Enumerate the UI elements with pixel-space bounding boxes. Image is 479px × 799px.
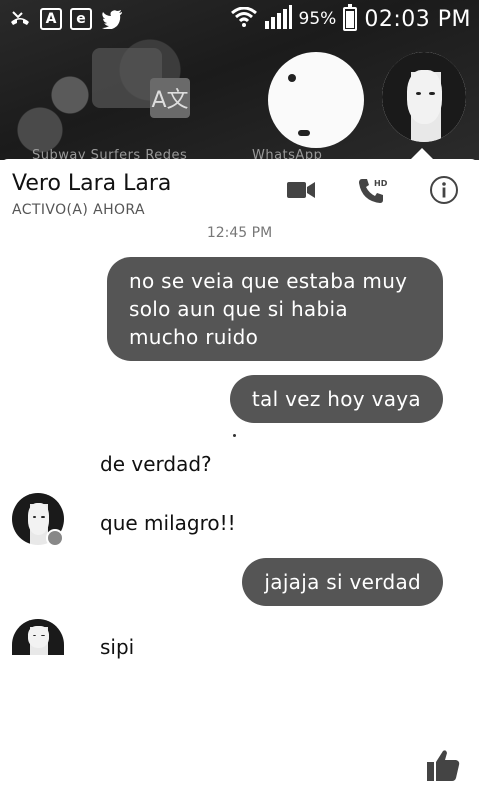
- app-tile-e-icon: e: [70, 8, 92, 30]
- status-bar: A e 95% 02:03 PM: [0, 0, 479, 38]
- outgoing-message-bubble[interactable]: jajaja si verdad: [242, 558, 443, 606]
- status-clock: 02:03 PM: [364, 6, 471, 32]
- contact-photo: [382, 52, 466, 142]
- video-camera-icon: [287, 182, 315, 198]
- svg-text:HD: HD: [374, 179, 387, 188]
- app-tile-icon: A: [40, 8, 62, 30]
- chat-head-avatar[interactable]: [382, 52, 466, 142]
- translate-app-icon: A文: [150, 78, 190, 118]
- hd-call-button[interactable]: HD: [355, 173, 389, 207]
- like-button[interactable]: [425, 747, 461, 783]
- incoming-message[interactable]: que milagro!!: [100, 511, 236, 535]
- incoming-message[interactable]: de verdad?: [100, 452, 212, 476]
- info-icon: [430, 176, 458, 204]
- info-button[interactable]: [427, 173, 461, 207]
- wifi-icon: [230, 6, 257, 32]
- outgoing-message-bubble[interactable]: no se veia que estaba muy solo aun que s…: [107, 257, 443, 361]
- signal-icon: [264, 4, 292, 34]
- read-indicator-dot: [233, 434, 236, 437]
- incoming-message[interactable]: sipi: [100, 635, 134, 659]
- twitter-icon: [100, 7, 124, 31]
- thumbs-up-icon: [427, 750, 460, 781]
- chat-head-blank[interactable]: [268, 52, 364, 148]
- chat-panel: Vero Lara Lara ACTIVO(A) AHORA HD 12:45 …: [0, 159, 479, 799]
- message-timestamp: 12:45 PM: [206, 225, 273, 241]
- messenger-badge-icon: [46, 529, 64, 547]
- conversation-header: Vero Lara Lara ACTIVO(A) AHORA HD: [0, 159, 479, 223]
- phone-hd-icon: HD: [359, 179, 387, 203]
- outgoing-message-bubble[interactable]: tal vez hoy vaya: [229, 375, 443, 423]
- chat-head-pointer: [410, 148, 434, 160]
- sender-avatar[interactable]: [12, 619, 64, 655]
- contact-status: ACTIVO(A) AHORA: [12, 202, 145, 218]
- video-call-button[interactable]: [284, 173, 318, 207]
- battery-icon: [343, 4, 358, 31]
- contact-name[interactable]: Vero Lara Lara: [12, 171, 171, 196]
- battery-percent: 95%: [298, 9, 337, 29]
- missed-call-icon: [8, 7, 32, 31]
